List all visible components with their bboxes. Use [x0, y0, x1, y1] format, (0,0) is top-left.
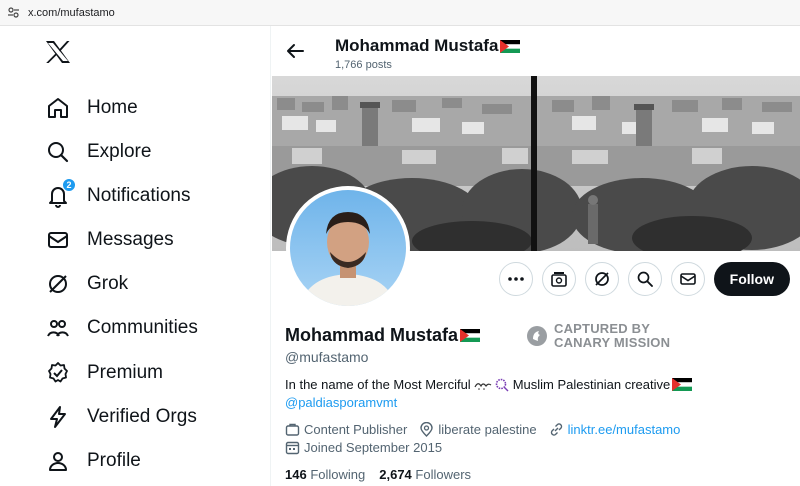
sidebar-item-communities[interactable]: Communities	[44, 308, 198, 348]
search-icon	[637, 271, 653, 287]
following-link[interactable]: 146 Following	[285, 467, 365, 482]
subscribe-button[interactable]	[541, 262, 576, 296]
verified-icon	[44, 359, 72, 387]
calligraphy-emoji-icon	[474, 382, 492, 390]
search-profile-button[interactable]	[627, 262, 662, 296]
x-logo-icon[interactable]	[45, 40, 71, 66]
sidebar-item-label: Profile	[87, 450, 141, 471]
profile-actions: Follow	[490, 262, 790, 296]
address-bar[interactable]: x.com/mufastamo	[0, 0, 800, 26]
link-icon	[550, 423, 562, 436]
sidebar-item-grok[interactable]: Grok	[44, 264, 128, 304]
following-label: Following	[310, 467, 366, 482]
follow-button[interactable]: Follow	[713, 262, 790, 296]
profile-website[interactable]: linktr.ee/mufastamo	[549, 422, 681, 437]
canary-line-1: CAPTURED BY	[554, 321, 651, 336]
header-title: Mohammad Mustafa	[335, 36, 521, 56]
sidebar-item-label: Premium	[87, 362, 164, 383]
sidebar-item-verified-orgs[interactable]: Verified Orgs	[44, 397, 197, 437]
followers-count: 2,674	[379, 467, 412, 482]
message-button[interactable]	[670, 262, 705, 296]
sidebar-item-label: Grok	[87, 273, 129, 294]
profile-name-text: Mohammad Mustafa	[285, 325, 459, 345]
profile-location: liberate palestine	[419, 422, 537, 437]
profile-avatar[interactable]	[286, 186, 410, 310]
mail-icon	[44, 226, 72, 254]
site-settings-icon[interactable]	[6, 6, 20, 20]
url-text: x.com/mufastamo	[28, 6, 115, 19]
post-count: 1,766 posts	[335, 59, 392, 71]
bell-icon: 2	[44, 178, 76, 210]
followers-label: Followers	[415, 467, 472, 482]
profile-main: Mohammad Mustafa 1,766 posts Follow Moha…	[272, 26, 800, 486]
website-link[interactable]: linktr.ee/mufastamo	[568, 422, 681, 437]
sidebar-item-explore[interactable]: Explore	[44, 132, 151, 172]
sidebar-item-label: Explore	[87, 141, 152, 162]
sidebar-item-profile[interactable]: Profile	[44, 441, 141, 481]
grok-button[interactable]	[584, 262, 619, 296]
category-text: Content Publisher	[304, 422, 408, 437]
sidebar-item-label: Verified Orgs	[87, 406, 197, 427]
joined-text: Joined September 2015	[304, 440, 443, 455]
bio-text: In the name of the Most Merciful	[285, 377, 471, 392]
location-pin-icon	[420, 422, 434, 437]
grok-icon	[594, 272, 609, 286]
more-button[interactable]	[498, 262, 533, 296]
sidebar: Home Explore 2 Notifications Messages Gr…	[0, 26, 271, 486]
header-name-text: Mohammad Mustafa	[335, 36, 499, 55]
notification-badge: 2	[62, 178, 76, 192]
palestine-flag-icon	[460, 329, 481, 342]
profile-joined: Joined September 2015	[285, 440, 442, 455]
prayer-beads-emoji-icon	[495, 378, 509, 391]
subscribe-icon	[550, 272, 567, 287]
sidebar-item-label: Messages	[87, 229, 174, 250]
back-arrow-icon[interactable]	[282, 38, 308, 64]
following-count: 146	[285, 467, 307, 482]
people-icon	[44, 314, 72, 342]
sidebar-item-notifications[interactable]: 2 Notifications	[44, 176, 191, 216]
location-text: liberate palestine	[438, 422, 537, 437]
palestine-flag-icon	[672, 378, 693, 391]
profile-joined-row: Joined September 2015	[285, 440, 454, 455]
canary-line-2: CANARY MISSION	[554, 335, 671, 350]
sidebar-item-home[interactable]: Home	[44, 88, 138, 128]
sidebar-item-premium[interactable]: Premium	[44, 353, 163, 393]
mail-icon	[679, 273, 696, 285]
briefcase-icon	[285, 423, 300, 436]
grok-icon	[44, 270, 72, 298]
sidebar-item-label: Notifications	[87, 185, 191, 206]
profile-name: Mohammad Mustafa	[285, 325, 481, 346]
more-dots-icon	[507, 277, 524, 281]
profile-bio: In the name of the Most Merciful Muslim …	[285, 377, 693, 392]
canary-logo-icon	[527, 326, 547, 346]
profile-category: Content Publisher	[285, 422, 407, 437]
bio-text-tail: Muslim Palestinian creative	[512, 377, 671, 392]
profile-handle: @mufastamo	[285, 349, 369, 365]
bio-mention-link[interactable]: @paldiasporamvmt	[285, 395, 397, 410]
home-icon	[44, 94, 72, 122]
search-icon	[44, 138, 72, 166]
profile-stats: 146 Following 2,674 Followers	[285, 467, 485, 482]
canary-mission-watermark: CAPTURED BY CANARY MISSION	[526, 322, 670, 350]
profile-header: Mohammad Mustafa 1,766 posts	[272, 26, 800, 76]
palestine-flag-icon	[500, 39, 521, 53]
followers-link[interactable]: 2,674 Followers	[379, 467, 471, 482]
sidebar-item-label: Communities	[87, 317, 198, 338]
calendar-icon	[285, 441, 300, 455]
sidebar-item-messages[interactable]: Messages	[44, 220, 174, 260]
lightning-icon	[44, 403, 72, 431]
profile-meta-row: Content Publisher liberate palestine lin…	[285, 422, 692, 437]
person-icon	[44, 447, 72, 475]
sidebar-item-label: Home	[87, 97, 138, 118]
